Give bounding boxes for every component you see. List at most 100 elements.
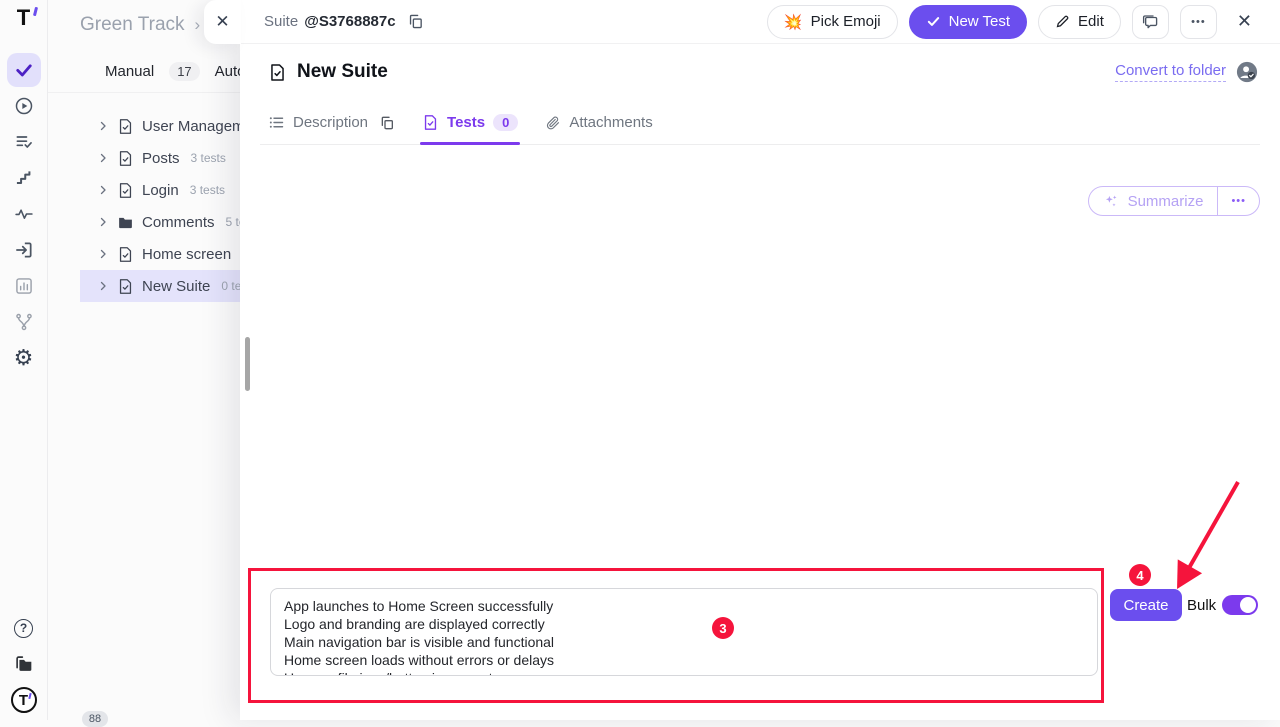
tab-attachments-label: Attachments bbox=[569, 114, 652, 131]
suite-type-label: Suite bbox=[264, 13, 298, 30]
tree-toolbar: Manual 17 Automated bbox=[48, 50, 260, 93]
summarize-label: Summarize bbox=[1128, 193, 1204, 210]
suite-doc-icon bbox=[422, 114, 439, 131]
suite-doc-icon bbox=[117, 150, 134, 167]
more-options-button[interactable]: ••• bbox=[1180, 5, 1217, 39]
toggle-knob bbox=[1240, 597, 1256, 613]
left-icon-rail: T ⚙ bbox=[0, 0, 48, 720]
sparkles-icon bbox=[1103, 193, 1120, 210]
convert-to-folder-link[interactable]: Convert to folder bbox=[1115, 62, 1226, 82]
panel-scrollbar-thumb[interactable] bbox=[245, 337, 250, 391]
pick-emoji-label: Pick Emoji bbox=[811, 13, 881, 30]
list-icon bbox=[268, 114, 285, 131]
nav-import-icon[interactable] bbox=[7, 233, 41, 267]
tree-item-label: Comments bbox=[142, 214, 215, 231]
summarize-button-group: Summarize ••• bbox=[1088, 186, 1260, 216]
nav-plans-icon[interactable] bbox=[7, 125, 41, 159]
tests-count-badge: 0 bbox=[493, 114, 518, 131]
tree-item-login[interactable]: Login 3 tests bbox=[80, 174, 260, 206]
collision-emoji-icon: 💥 bbox=[784, 13, 803, 31]
tree-item-user-management[interactable]: User Management bbox=[80, 110, 260, 142]
breadcrumb-project[interactable]: Green Track bbox=[80, 14, 185, 36]
logo-accent bbox=[32, 7, 37, 16]
assignee-avatar[interactable] bbox=[1236, 61, 1258, 83]
bulk-label: Bulk bbox=[1187, 597, 1216, 614]
tree-item-label: New Suite bbox=[142, 278, 210, 295]
chevron-right-icon[interactable] bbox=[97, 184, 109, 196]
panel-close-tab-button[interactable]: ✕ bbox=[204, 0, 241, 44]
rail-nav-bottom: ? T bbox=[7, 611, 41, 717]
chevron-right-icon[interactable] bbox=[97, 280, 109, 292]
suites-tree-panel: Green Track › Manual 17 Automated User M… bbox=[48, 0, 260, 720]
suite-tabs: Description Tests 0 Attachments bbox=[260, 114, 1260, 145]
account-logo-accent bbox=[28, 693, 31, 699]
tab-attachments[interactable]: Attachments bbox=[545, 114, 652, 144]
nav-steps-icon[interactable] bbox=[7, 161, 41, 195]
nav-reports-icon[interactable] bbox=[7, 269, 41, 303]
nav-settings-icon[interactable]: ⚙ bbox=[7, 341, 41, 375]
close-panel-button[interactable]: ✕ bbox=[1231, 10, 1258, 33]
create-button[interactable]: Create bbox=[1110, 589, 1182, 621]
tree-item-posts[interactable]: Posts 3 tests bbox=[80, 142, 260, 174]
annotation-step-4: 4 bbox=[1129, 564, 1151, 586]
annotation-arrow bbox=[1145, 468, 1260, 598]
suite-doc-icon bbox=[117, 246, 134, 263]
rail-nav-top: ⚙ bbox=[7, 53, 41, 375]
tree-item-count: 3 tests bbox=[190, 183, 225, 197]
tree-item-count: 3 tests bbox=[191, 151, 226, 165]
tab-manual[interactable]: Manual bbox=[105, 63, 154, 80]
edit-button[interactable]: Edit bbox=[1038, 5, 1121, 39]
pencil-icon bbox=[1055, 14, 1070, 29]
copy-description-icon[interactable] bbox=[379, 115, 395, 131]
nav-branches-icon[interactable] bbox=[7, 305, 41, 339]
app-logo[interactable]: T bbox=[7, 2, 41, 34]
tree-items: User Management Posts 3 tests Login 3 te… bbox=[48, 93, 260, 302]
ellipsis-icon: ••• bbox=[1191, 16, 1206, 28]
help-icon[interactable]: ? bbox=[7, 611, 41, 645]
folder-icon bbox=[117, 214, 134, 231]
tab-description-label: Description bbox=[293, 114, 368, 131]
bulk-toggle[interactable] bbox=[1222, 595, 1258, 615]
projects-folder-icon[interactable] bbox=[7, 647, 41, 681]
tree-item-comments[interactable]: Comments 5 tests bbox=[80, 206, 260, 238]
tree-item-label: Login bbox=[142, 182, 179, 199]
comments-button[interactable] bbox=[1132, 5, 1169, 39]
suite-doc-icon bbox=[117, 118, 134, 135]
nav-pulse-icon[interactable] bbox=[7, 197, 41, 231]
suite-title: New Suite bbox=[297, 61, 388, 83]
summarize-more-button[interactable]: ••• bbox=[1217, 187, 1259, 215]
paperclip-icon bbox=[545, 115, 561, 131]
chevron-right-icon[interactable] bbox=[97, 120, 109, 132]
tab-tests[interactable]: Tests 0 bbox=[422, 114, 518, 144]
tree-item-label: Posts bbox=[142, 150, 180, 167]
chevron-right-icon[interactable] bbox=[97, 216, 109, 228]
nav-runs-icon[interactable] bbox=[7, 89, 41, 123]
new-test-label: New Test bbox=[949, 13, 1010, 30]
suite-header-actions: 💥 Pick Emoji New Test Edit ••• ✕ bbox=[767, 5, 1258, 39]
nav-tests-icon[interactable] bbox=[7, 53, 41, 87]
suite-title-actions: Convert to folder bbox=[1115, 61, 1258, 83]
suite-doc-icon bbox=[117, 278, 134, 295]
screen: T ⚙ bbox=[0, 0, 1280, 720]
chevron-right-icon[interactable] bbox=[97, 152, 109, 164]
tree-item-home-screen[interactable]: Home screen 3 tests bbox=[80, 238, 260, 270]
chevron-right-icon: › bbox=[195, 15, 201, 35]
account-icon[interactable]: T bbox=[7, 683, 41, 717]
summarize-button[interactable]: Summarize bbox=[1089, 187, 1218, 215]
copy-suite-id-icon[interactable] bbox=[407, 13, 424, 30]
bulk-tests-textarea[interactable]: App launches to Home Screen successfully… bbox=[270, 588, 1098, 676]
suite-header: Suite @S3768887c 💥 Pick Emoji New Test E… bbox=[240, 0, 1280, 44]
tab-description[interactable]: Description bbox=[268, 114, 395, 144]
check-icon bbox=[926, 14, 941, 29]
tree-item-new-suite[interactable]: New Suite 0 tests bbox=[80, 270, 260, 302]
tab-tests-label: Tests bbox=[447, 114, 485, 131]
bottom-count-badge: 88 bbox=[82, 711, 108, 727]
suite-title-row: New Suite Convert to folder bbox=[240, 44, 1280, 83]
chevron-right-icon[interactable] bbox=[97, 248, 109, 260]
suite-detail-panel: ✕ Suite @S3768887c 💥 Pick Emoji New Test… bbox=[240, 0, 1280, 720]
suite-doc-icon bbox=[268, 63, 287, 82]
suite-doc-icon bbox=[117, 182, 134, 199]
pick-emoji-button[interactable]: 💥 Pick Emoji bbox=[767, 5, 898, 39]
new-test-button[interactable]: New Test bbox=[909, 5, 1027, 39]
chat-bubbles-icon bbox=[1141, 13, 1159, 31]
